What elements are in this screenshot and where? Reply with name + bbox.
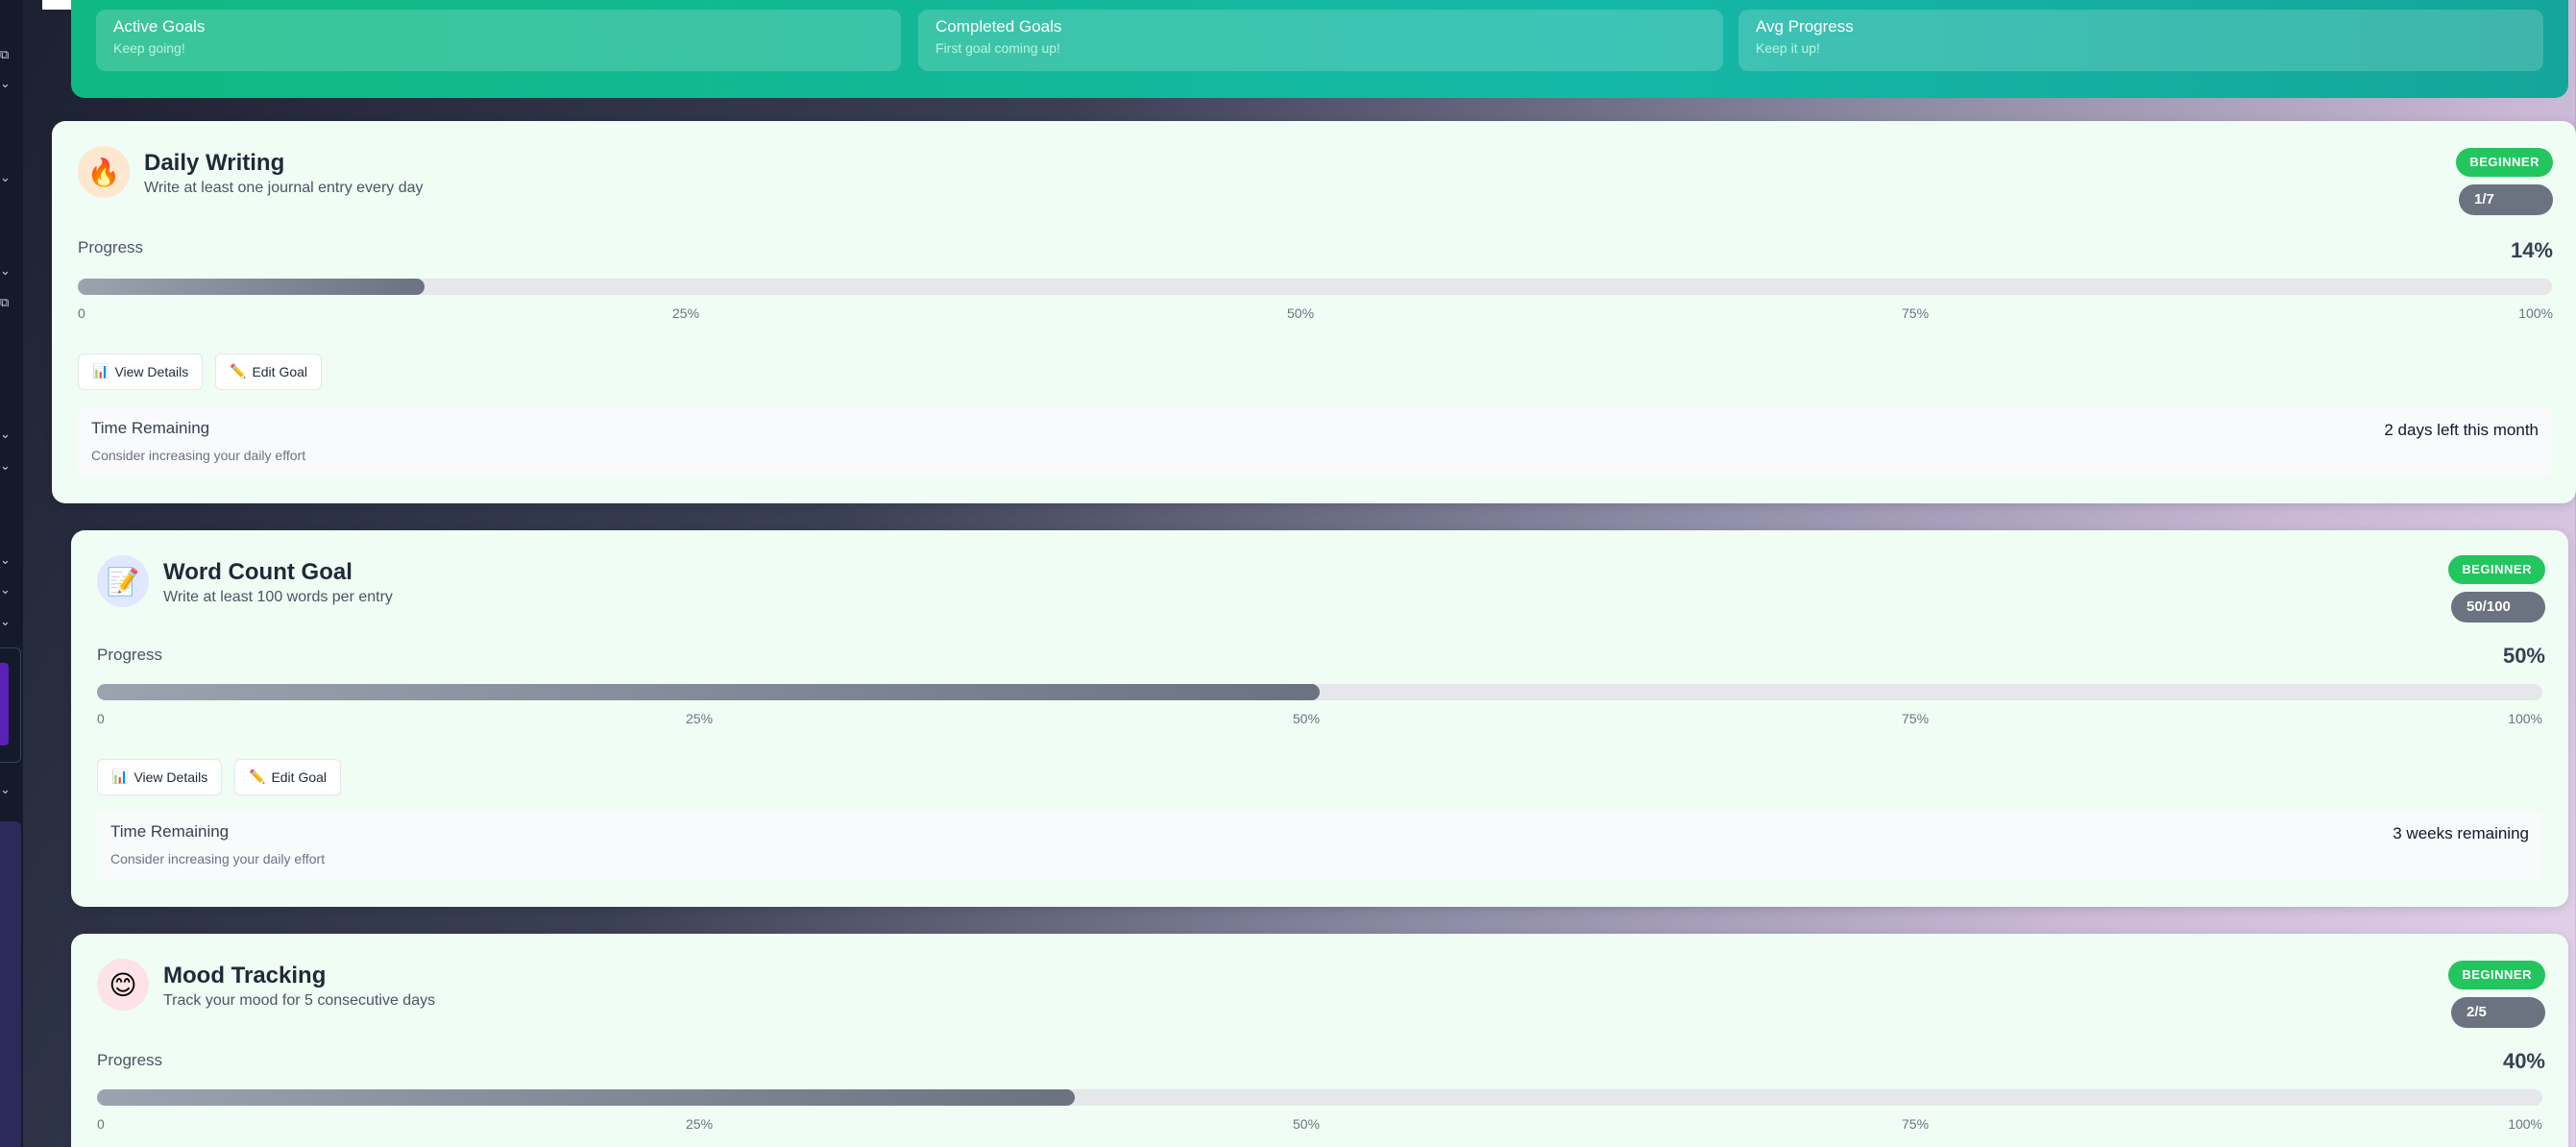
time-remaining-box: Time Remaining Consider increasing your …	[97, 811, 2542, 880]
tick-label: 75%	[1902, 1116, 1930, 1132]
stat-card-avg-progress: Avg Progress Keep it up!	[1738, 10, 2543, 71]
progress-label: Progress	[78, 238, 144, 256]
tick-label: 25%	[672, 305, 700, 321]
sidebar-image-icon[interactable]: ⧉	[0, 48, 15, 63]
time-remaining-value: 3 weeks remaining	[2393, 824, 2529, 842]
pencil-icon: ✏️	[230, 364, 247, 379]
stat-card-active-goals: Active Goals Keep going!	[96, 10, 901, 71]
progress-percent: 50%	[2502, 644, 2545, 668]
button-label: Edit Goal	[252, 364, 308, 379]
progress-label: Progress	[97, 1051, 163, 1069]
chevron-down-icon[interactable]: ⌄	[0, 171, 15, 186]
progress-percent: 40%	[2502, 1049, 2545, 1073]
progress-label: Progress	[97, 646, 163, 664]
pencil-icon: ✏️	[249, 769, 266, 785]
time-remaining-value: 2 days left this month	[2384, 421, 2539, 439]
stat-subtitle: Keep it up!	[1756, 40, 1820, 56]
goal-title: Word Count Goal	[163, 559, 352, 585]
chevron-down-icon[interactable]: ⌄	[0, 553, 15, 569]
progress-fill	[78, 279, 425, 295]
progress-percent: 14%	[2510, 238, 2553, 262]
chart-icon: 📊	[92, 364, 109, 379]
view-details-button[interactable]: 📊 View Details	[78, 354, 204, 390]
tick-label: 75%	[1902, 711, 1930, 726]
stat-title: Completed Goals	[936, 17, 1062, 36]
goal-title: Mood Tracking	[163, 963, 327, 988]
view-details-button[interactable]: 📊 View Details	[97, 759, 223, 795]
chevron-down-icon[interactable]: ⌄	[0, 583, 15, 598]
smile-icon: 😊	[97, 959, 149, 1011]
stat-card-completed-goals: Completed Goals First goal coming up!	[918, 10, 1723, 71]
goal-card-word-count: 📝 Word Count Goal Write at least 100 wor…	[71, 530, 2568, 907]
tick-label: 0	[97, 711, 105, 726]
sidebar-active-indicator[interactable]	[0, 663, 9, 745]
sidebar-image-icon[interactable]: ⧉	[0, 296, 15, 311]
tick-label: 50%	[1293, 1116, 1321, 1132]
button-label: View Details	[114, 364, 189, 379]
chevron-down-icon[interactable]: ⌄	[0, 264, 15, 280]
edit-goal-button[interactable]: ✏️ Edit Goal	[215, 354, 323, 390]
tick-label: 100%	[2508, 711, 2542, 726]
edit-goal-button[interactable]: ✏️ Edit Goal	[234, 759, 342, 795]
tick-label: 0	[97, 1116, 105, 1132]
level-badge: BEGINNER	[2448, 961, 2545, 989]
fire-icon: 🔥	[78, 146, 130, 198]
time-remaining-hint: Consider increasing your daily effort	[110, 851, 326, 866]
chevron-down-icon[interactable]: ⌄	[0, 783, 15, 798]
progress-fill	[97, 684, 1320, 700]
tick-label: 100%	[2518, 305, 2553, 321]
goal-card-daily-writing: 🔥 Daily Writing Write at least one journ…	[52, 121, 2576, 503]
memo-icon: 📝	[97, 555, 149, 607]
sidebar: ⧉ ⌄ ⌄ ⌄ ⧉ ⌄ ⌄ ⌄ ⌄ ⌄ ⌄	[0, 0, 23, 1147]
sidebar-bottom-panel	[0, 821, 21, 1147]
chevron-down-icon[interactable]: ⌄	[0, 427, 15, 443]
stat-title: Active Goals	[113, 17, 206, 36]
stat-subtitle: First goal coming up!	[936, 40, 1060, 56]
stats-banner: Active Goals Keep going! Completed Goals…	[71, 0, 2568, 98]
tick-label: 25%	[686, 711, 714, 726]
goal-description: Write at least one journal entry every d…	[144, 180, 424, 196]
tick-label: 0	[78, 305, 85, 321]
progress-track	[78, 279, 2552, 295]
stat-subtitle: Keep going!	[113, 40, 185, 56]
button-label: View Details	[134, 769, 208, 785]
time-remaining-box: Time Remaining Consider increasing your …	[78, 407, 2552, 476]
goal-card-mood-tracking: 😊 Mood Tracking Track your mood for 5 co…	[71, 934, 2568, 1147]
tick-label: 50%	[1287, 305, 1315, 321]
time-remaining-label: Time Remaining	[91, 419, 210, 437]
tick-label: 75%	[1902, 305, 1930, 321]
progress-track	[97, 684, 2542, 700]
tick-label: 25%	[686, 1116, 714, 1132]
tick-label: 50%	[1293, 711, 1321, 726]
progress-fill	[97, 1089, 1076, 1106]
count-badge: 50/100	[2451, 592, 2545, 622]
level-badge: BEGINNER	[2456, 148, 2553, 177]
time-remaining-label: Time Remaining	[110, 822, 230, 841]
level-badge: BEGINNER	[2448, 555, 2545, 584]
goal-description: Track your mood for 5 consecutive days	[163, 992, 436, 1009]
goal-description: Write at least 100 words per entry	[163, 589, 393, 605]
chevron-down-icon[interactable]: ⌄	[0, 459, 15, 475]
button-label: Edit Goal	[271, 769, 328, 785]
progress-track	[97, 1089, 2542, 1106]
chevron-down-icon[interactable]: ⌄	[0, 77, 15, 92]
goal-title: Daily Writing	[144, 150, 285, 176]
chevron-down-icon[interactable]: ⌄	[0, 615, 15, 630]
count-badge: 1/7	[2459, 184, 2553, 215]
time-remaining-hint: Consider increasing your daily effort	[91, 448, 306, 463]
stat-title: Avg Progress	[1756, 17, 1854, 36]
chart-icon: 📊	[111, 769, 129, 785]
tick-label: 100%	[2508, 1116, 2542, 1132]
count-badge: 2/5	[2451, 997, 2545, 1028]
